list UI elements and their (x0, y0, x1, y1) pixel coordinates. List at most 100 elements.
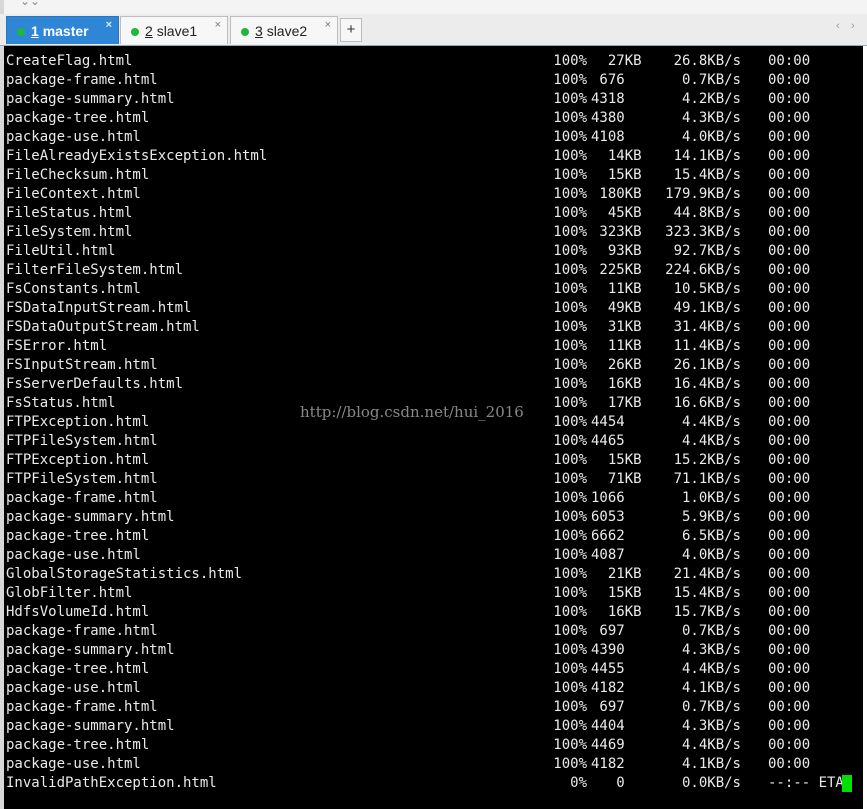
file-name: FTPFileSystem.html (6, 433, 158, 449)
tab-scroll-right-icon[interactable]: › (851, 20, 855, 32)
transfer-rate: 11.4KB/s (673, 338, 741, 354)
transfer-rate: 31.4KB/s (673, 319, 741, 335)
transfer-percent: 100% (553, 129, 587, 145)
transfer-eta: 00:00 (768, 604, 811, 620)
transfer-size: 14KB (591, 148, 642, 164)
transfer-percent: 100% (553, 205, 587, 221)
transfer-rate: 21.4KB/s (673, 566, 741, 582)
transfer-rate: 5.9KB/s (681, 509, 741, 525)
tab-scroll-left-icon[interactable]: ‹ (836, 20, 840, 32)
transfer-percent: 100% (553, 490, 587, 506)
transfer-percent: 100% (553, 167, 587, 183)
transfer-eta: 00:00 (768, 471, 811, 487)
transfer-rate: 26.1KB/s (673, 357, 741, 373)
add-tab-button[interactable]: + (340, 18, 362, 42)
transfer-percent: 100% (553, 243, 587, 259)
transfer-size: 31KB (591, 319, 642, 335)
transfer-size: 323KB (591, 224, 642, 240)
transfer-percent: 100% (553, 471, 587, 487)
transfer-size: 4318 (591, 91, 625, 107)
transfer-eta: 00:00 (768, 452, 811, 468)
tab-close-icon[interactable]: × (325, 19, 331, 31)
transfer-rate: 0.7KB/s (681, 623, 741, 639)
transfer-percent: 100% (553, 566, 587, 582)
connected-status-icon (131, 28, 139, 36)
transfer-eta: 00:00 (768, 300, 811, 316)
transfer-percent: 0% (570, 775, 587, 791)
file-name: InvalidPathException.html (6, 775, 217, 791)
tab-close-icon[interactable]: × (106, 19, 112, 31)
transfer-size: 15KB (591, 167, 642, 183)
transfer-eta: 00:00 (768, 395, 811, 411)
transfer-size: 6662 (591, 528, 625, 544)
window-menu-icon[interactable]: ⌄⌄ (20, 0, 40, 8)
file-name: GlobFilter.html (6, 585, 133, 601)
transfer-size: 697 (591, 699, 625, 715)
transfer-eta: 00:00 (768, 566, 811, 582)
file-name: package-use.html (6, 756, 141, 772)
transfer-eta: 00:00 (768, 319, 811, 335)
session-tab-bar: 1 master × 2 slave1 × 3 slave2 × (0, 14, 867, 46)
transfer-rate: 4.3KB/s (681, 110, 741, 126)
transfer-size: 26KB (591, 357, 642, 373)
file-name: FSError.html (6, 338, 108, 354)
tab-close-icon[interactable]: × (215, 19, 221, 31)
transfer-percent: 100% (553, 661, 587, 677)
file-name: package-summary.html (6, 642, 175, 658)
transfer-size: 676 (591, 72, 625, 88)
transfer-percent: 100% (553, 376, 587, 392)
tab-master[interactable]: 1 master × (6, 16, 119, 44)
transfer-rate: 0.0KB/s (681, 775, 741, 791)
file-name: package-summary.html (6, 91, 175, 107)
file-name: package-frame.html (6, 623, 158, 639)
tab-slave2[interactable]: 3 slave2 × (230, 16, 338, 44)
transfer-rate: 44.8KB/s (673, 205, 741, 221)
tab-label: 3 slave2 (255, 23, 308, 39)
transfer-rate: 4.2KB/s (681, 91, 741, 107)
transfer-eta: 00:00 (768, 129, 811, 145)
transfer-rate: 4.4KB/s (681, 414, 741, 430)
transfer-rate: 323.3KB/s (665, 224, 741, 240)
transfer-eta: 00:00 (768, 167, 811, 183)
transfer-percent: 100% (553, 623, 587, 639)
transfer-size: 16KB (591, 376, 642, 392)
transfer-eta: 00:00 (768, 509, 811, 525)
transfer-percent: 100% (553, 509, 587, 525)
file-name: FileStatus.html (6, 205, 133, 221)
file-name: package-summary.html (6, 509, 175, 525)
transfer-eta: 00:00 (768, 433, 811, 449)
transfer-percent: 100% (553, 262, 587, 278)
file-name: package-frame.html (6, 490, 158, 506)
transfer-rate: 4.3KB/s (681, 718, 741, 734)
transfer-size: 21KB (591, 566, 642, 582)
transfer-eta: 00:00 (768, 585, 811, 601)
transfer-rate: 1.0KB/s (681, 490, 741, 506)
file-name: FileAlreadyExistsException.html (6, 148, 268, 164)
transfer-eta: 00:00 (768, 414, 811, 430)
transfer-eta: --:-- ETA (768, 775, 844, 791)
file-name: FSInputStream.html (6, 357, 158, 373)
transfer-eta: 00:00 (768, 148, 811, 164)
transfer-eta: 00:00 (768, 680, 811, 696)
transfer-eta: 00:00 (768, 338, 811, 354)
tab-slave1[interactable]: 2 slave1 × (120, 16, 228, 44)
transfer-size: 16KB (591, 604, 642, 620)
transfer-eta: 00:00 (768, 91, 811, 107)
file-name: package-use.html (6, 680, 141, 696)
transfer-rate: 15.4KB/s (673, 167, 741, 183)
transfer-size: 180KB (591, 186, 642, 202)
transfer-eta: 00:00 (768, 490, 811, 506)
window-top-strip: ⌄⌄ (0, 0, 867, 14)
connected-status-icon (241, 28, 249, 36)
transfer-size: 6053 (591, 509, 625, 525)
transfer-rate: 4.0KB/s (681, 547, 741, 563)
transfer-percent: 100% (553, 281, 587, 297)
transfer-size: 11KB (591, 281, 642, 297)
transfer-rate: 10.5KB/s (673, 281, 741, 297)
transfer-rate: 0.7KB/s (681, 699, 741, 715)
file-name: package-tree.html (6, 661, 150, 677)
transfer-eta: 00:00 (768, 262, 811, 278)
transfer-rate: 15.2KB/s (673, 452, 741, 468)
transfer-percent: 100% (553, 148, 587, 164)
file-name: FileContext.html (6, 186, 141, 202)
